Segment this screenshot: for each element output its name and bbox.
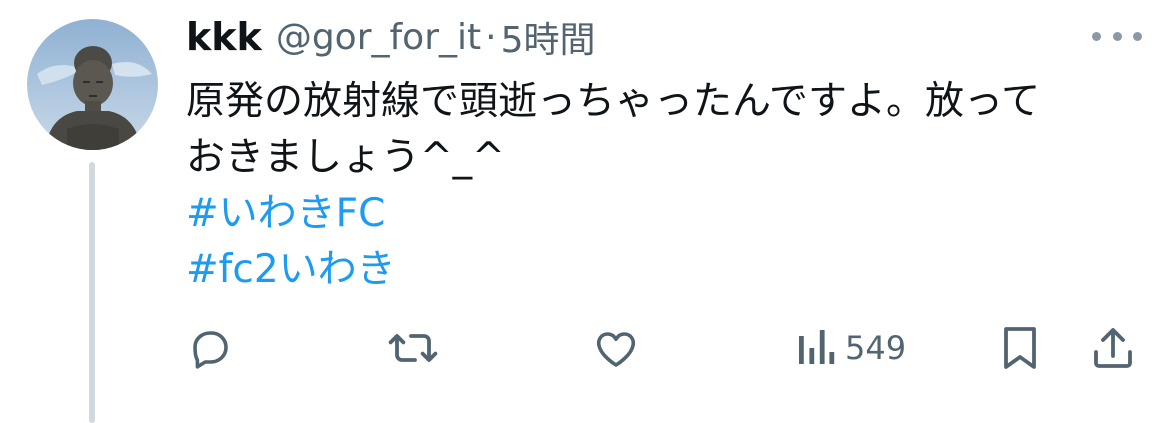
bookmark-icon: [1004, 327, 1036, 369]
tweet-text-line: おきましょう^_^: [186, 135, 505, 180]
views-count: 549: [845, 329, 907, 367]
like-button[interactable]: [592, 318, 640, 378]
user-handle[interactable]: @gor_for_it: [276, 17, 481, 58]
views-button[interactable]: 549: [795, 318, 906, 378]
thread-connector-line: [89, 162, 95, 423]
more-dot: [1092, 31, 1101, 41]
share-button[interactable]: [1090, 318, 1136, 378]
more-options-icon[interactable]: [1092, 26, 1142, 46]
hashtag-link[interactable]: #fc2いわき: [186, 242, 396, 298]
action-bar: 549: [0, 318, 1170, 378]
retweet-button[interactable]: [387, 318, 439, 378]
share-upload-icon: [1094, 328, 1132, 368]
display-name[interactable]: kkk: [186, 15, 262, 59]
tweet-text: 原発の放射線で頭逝っちゃったんですよ。放って おきましょう^_^: [186, 74, 1146, 186]
separator-dot: ·: [485, 16, 497, 58]
bookmark-button[interactable]: [998, 318, 1042, 378]
tweet-header: kkk @gor_for_it · 5時間: [186, 12, 595, 62]
tweet-text-line: 原発の放射線で頭逝っちゃったんですよ。放って: [186, 79, 1041, 124]
timestamp[interactable]: 5時間: [501, 11, 596, 63]
views-bars-icon: [799, 330, 835, 364]
retweet-icon: [388, 334, 438, 362]
reply-button[interactable]: [186, 318, 234, 378]
reply-bubble-icon: [193, 331, 228, 369]
heart-icon: [596, 332, 636, 367]
avatar-image: [27, 19, 158, 150]
avatar[interactable]: [27, 19, 158, 150]
more-dot: [1112, 31, 1122, 41]
more-dot: [1133, 31, 1142, 41]
hashtag-link[interactable]: #いわきFC: [186, 186, 385, 242]
